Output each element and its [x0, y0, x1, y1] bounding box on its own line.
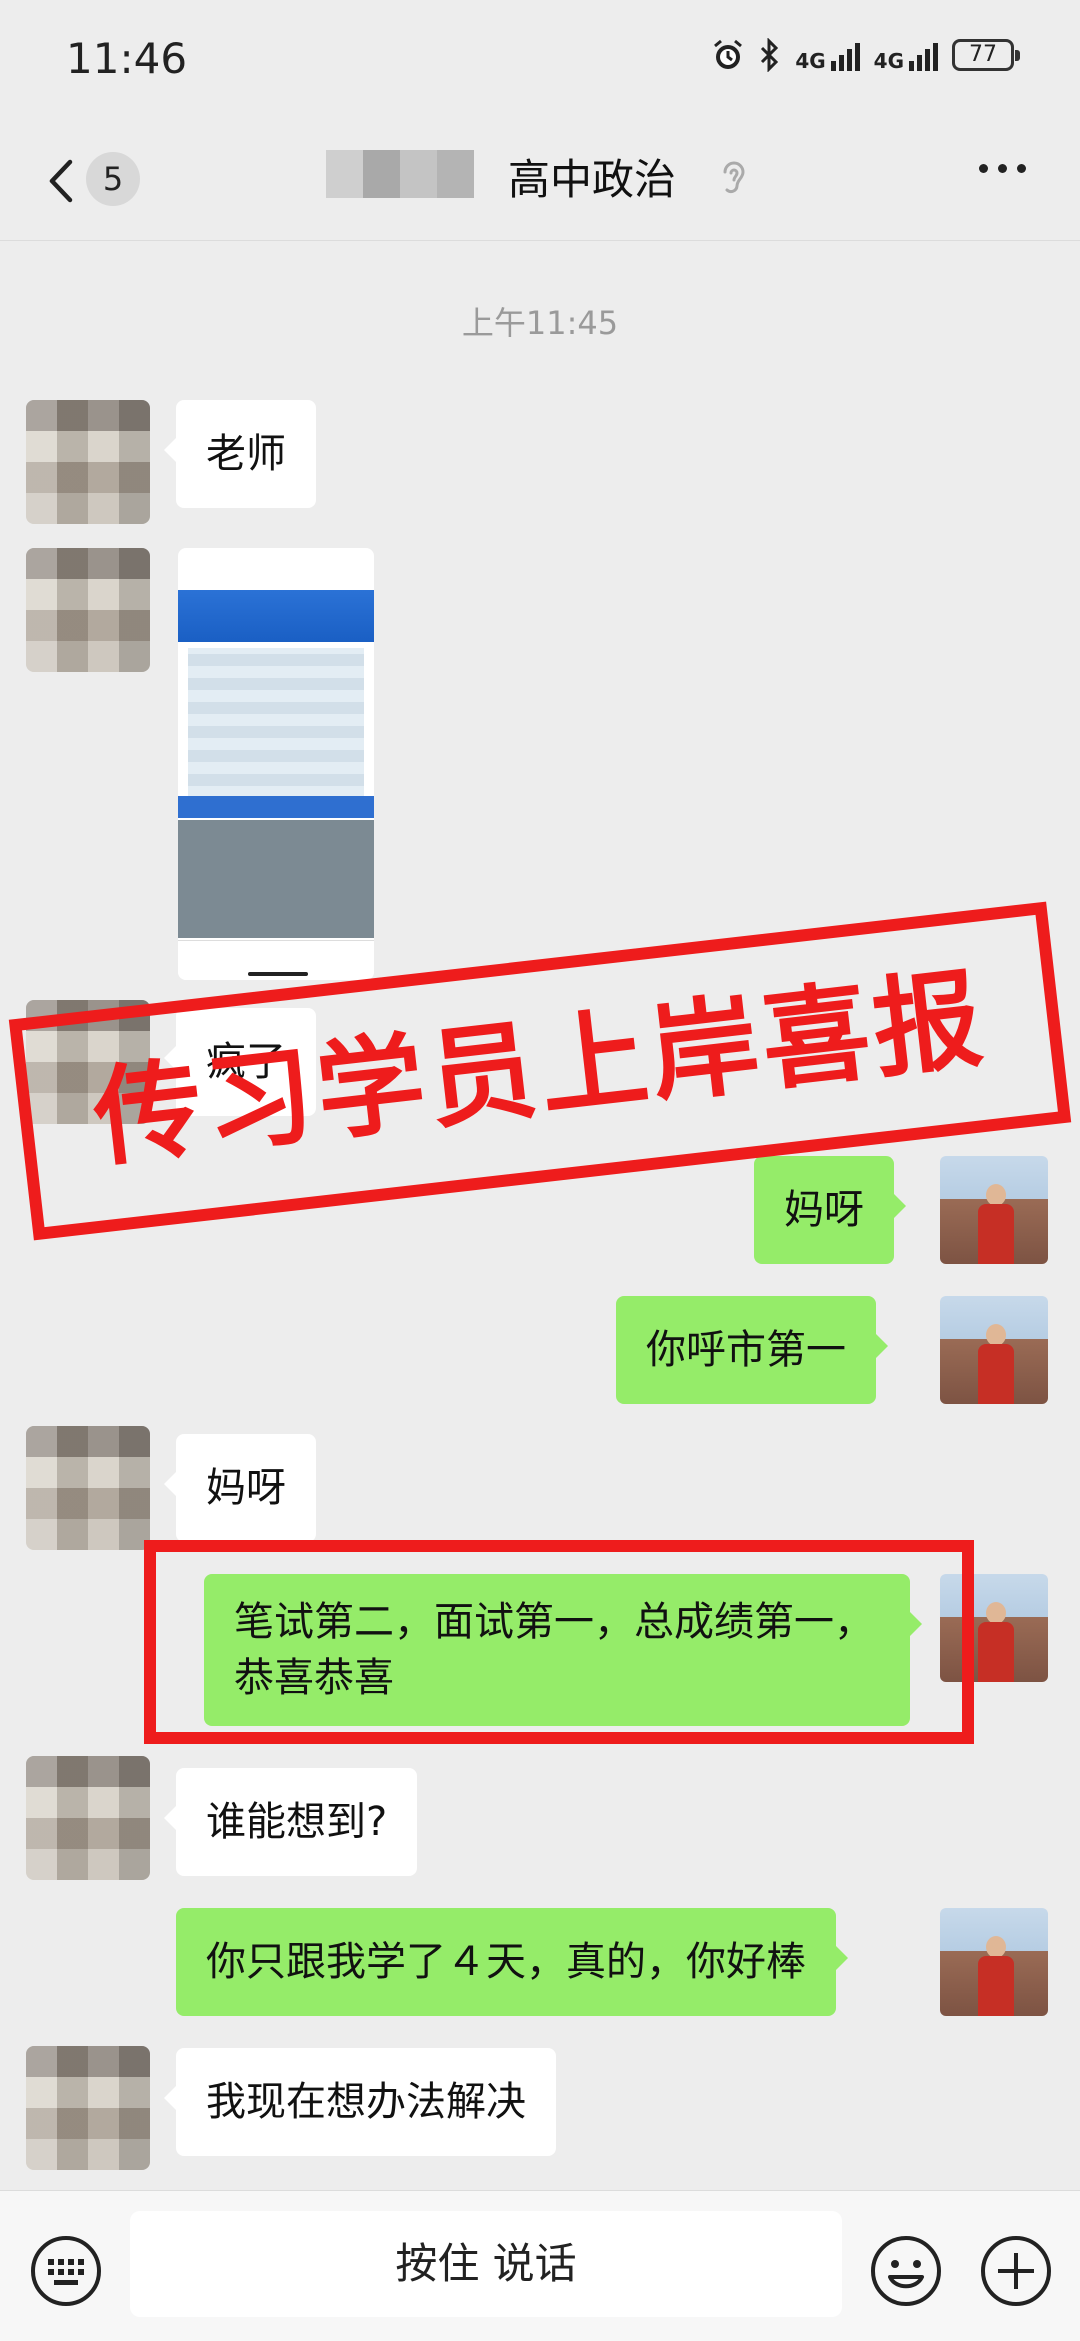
ear-icon — [723, 161, 745, 194]
message-bubble-out[interactable]: 妈呀 — [754, 1156, 906, 1264]
highlight-box — [144, 1540, 974, 1744]
contact-avatar[interactable] — [26, 400, 150, 524]
system-icons: 4G 4G 77 — [711, 38, 1020, 72]
keyboard-icon[interactable] — [28, 2233, 104, 2309]
bluetooth-icon — [761, 38, 779, 72]
congratulations-stamp: 传习学员上岸喜报 — [8, 901, 1072, 1241]
emoji-icon[interactable] — [868, 2233, 944, 2309]
message-bubble-in[interactable]: 妈呀 — [164, 1434, 316, 1542]
contact-avatar[interactable] — [26, 548, 150, 672]
unread-count-badge[interactable]: 5 — [86, 152, 140, 206]
chat-header: 5 高中政治 — [0, 120, 1080, 241]
message-bubble-out[interactable]: 你只跟我学了４天，真的，你好棒 — [176, 1908, 848, 2016]
blurred-group-name — [326, 150, 474, 198]
message-bubble-in[interactable]: 谁能想到? — [163, 1768, 418, 1876]
more-icon[interactable] — [979, 164, 1026, 173]
alarm-icon — [714, 39, 743, 69]
status-bar: 11:46 4G 4G 77 — [0, 0, 1080, 120]
signal-4g-2: 4G — [874, 39, 938, 71]
input-bar: 按住 说话 — [0, 2190, 1080, 2341]
plus-icon[interactable] — [978, 2233, 1054, 2309]
back-icon[interactable] — [42, 156, 82, 206]
battery-icon: 77 — [952, 39, 1020, 71]
chat-title[interactable]: 高中政治 — [508, 146, 676, 207]
message-bubble-out[interactable]: 你呼市第一 — [616, 1296, 888, 1404]
contact-avatar[interactable] — [26, 1426, 150, 1550]
status-time: 11:46 — [66, 34, 188, 83]
contact-avatar[interactable] — [26, 2046, 150, 2170]
message-bubble-in[interactable]: 老师 — [164, 400, 316, 508]
signal-4g-1: 4G — [795, 39, 860, 71]
my-avatar[interactable] — [940, 1908, 1048, 2016]
my-avatar[interactable] — [940, 1296, 1048, 1404]
contact-avatar[interactable] — [26, 1756, 150, 1880]
image-message[interactable] — [178, 548, 374, 980]
message-bubble-in[interactable]: 我现在想办法解决 — [164, 2048, 556, 2156]
message-timestamp: 上午11:45 — [461, 304, 619, 342]
hold-to-talk-button[interactable]: 按住 说话 — [130, 2211, 842, 2317]
my-avatar[interactable] — [940, 1156, 1048, 1264]
